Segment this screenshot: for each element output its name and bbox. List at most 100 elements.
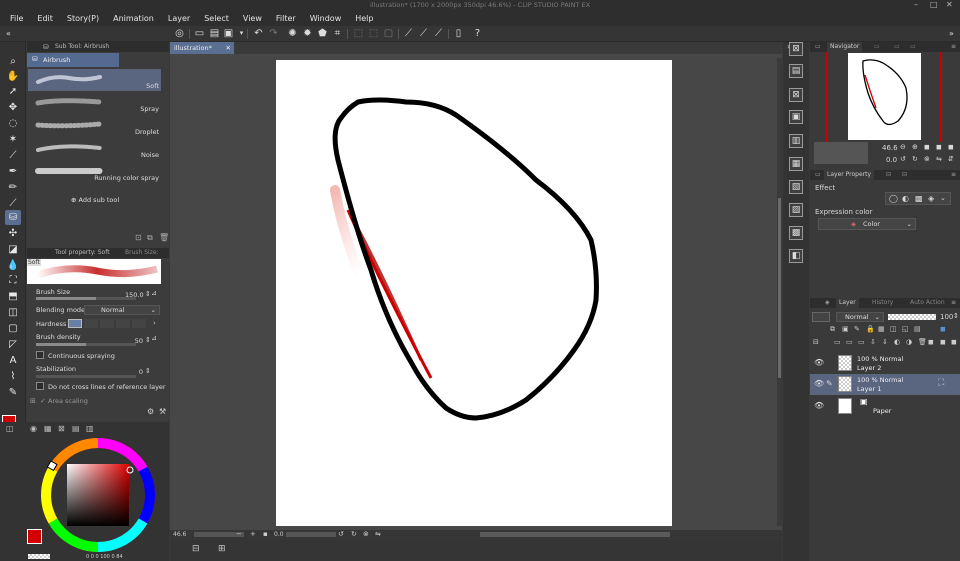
layer-property-icon[interactable]: ▤ (789, 64, 803, 78)
layer-row-layer-1[interactable]: 👁 ✎ 100 % Normal Layer 1 ⛶ (810, 374, 960, 395)
material-icon[interactable]: ▣ (789, 110, 803, 124)
settings-icon[interactable]: ⚙ (147, 407, 154, 416)
story-list-icon[interactable]: ⊟ (192, 544, 200, 554)
close-icon[interactable]: ✕ (946, 0, 953, 10)
menu-view[interactable]: View (243, 14, 262, 23)
nav-angle-value[interactable]: 0.0 (886, 156, 897, 164)
reset-rotation-icon[interactable]: ⊗ (363, 530, 369, 538)
intermediate-color-tab-icon[interactable]: ⊠ (58, 424, 65, 433)
nav-zoom-in-icon[interactable]: ⊕ (912, 143, 918, 151)
menu-animation[interactable]: Animation (113, 14, 154, 23)
new-vector-layer-icon[interactable]: ▭ (846, 338, 853, 346)
smartphone-icon[interactable]: ▯ (452, 27, 465, 40)
lasso-icon[interactable]: ◌ (5, 116, 21, 131)
brush-item-droplet[interactable]: Droplet (28, 115, 161, 137)
layer-property-title[interactable]: Layer Property (824, 170, 875, 180)
reference-icon[interactable]: ▣ (842, 325, 849, 333)
snap-special-ruler-icon[interactable]: ⟋ (417, 27, 430, 40)
navigator-zoom-preset[interactable] (814, 142, 868, 164)
rotate-slider[interactable] (286, 532, 336, 537)
deselect-icon[interactable]: ⬚ (352, 27, 365, 40)
pen-icon[interactable]: ✒ (5, 164, 21, 179)
angle-value[interactable]: 0.0 (274, 531, 284, 538)
visibility-eye-icon[interactable]: 👁 (814, 379, 824, 388)
color-history-tab-icon[interactable]: ▥ (86, 424, 94, 433)
scrollbar-thumb[interactable] (778, 198, 781, 378)
timeline-tab-icon[interactable]: ▭ (910, 42, 916, 52)
border-effect-icon[interactable]: ◯ (889, 194, 898, 203)
zoom-icon[interactable]: ⌕ (5, 54, 21, 69)
document-tab[interactable]: illustration* ✕ (170, 42, 234, 54)
continuous-spraying-checkbox[interactable] (36, 351, 44, 359)
effect-buttons[interactable]: ◯ ◐ ▩ ◈ ⌄ (885, 192, 951, 205)
blend-mode-select[interactable]: Normal ⌄ (836, 312, 884, 322)
blend-icon[interactable]: 💧 (5, 258, 21, 273)
item-bank-icon[interactable]: ▥ (789, 134, 803, 148)
hardness-option-4[interactable] (116, 319, 130, 328)
camera-icon[interactable]: ▨ (789, 203, 803, 217)
nav-flip-v-icon[interactable]: ⇵ (948, 155, 954, 163)
zoom-in-icon[interactable]: + (250, 530, 256, 538)
magic-wand-icon[interactable]: ✶ (5, 132, 21, 147)
nav-zoom-out-icon[interactable]: ⊖ (900, 143, 906, 151)
check-icon[interactable]: ✓ (40, 397, 46, 405)
extract-line-icon[interactable]: ▩ (915, 194, 923, 203)
animation-cels-icon[interactable]: ◧ (789, 249, 803, 263)
approximate-color-tab-icon[interactable]: ▤ (72, 424, 80, 433)
cross-lines-checkbox[interactable] (36, 382, 44, 390)
layer-option-icon-2[interactable]: ◼ (940, 338, 946, 346)
color-main-swatch[interactable] (27, 529, 42, 544)
transform-icon[interactable]: ⌗ (331, 27, 344, 40)
zoom-value[interactable]: 46.6 (173, 531, 186, 538)
clear-icon[interactable]: ✺ (286, 27, 299, 40)
opacity-value[interactable]: 100 (940, 313, 953, 321)
layer-row-layer-2[interactable]: 👁 100 % Normal Layer 2 (810, 353, 960, 374)
nav-fit-all-icon[interactable]: ◼ (936, 143, 942, 151)
undo-icon[interactable]: ↶ (252, 27, 265, 40)
figure-icon[interactable]: ◫ (5, 305, 21, 320)
chevron-right-icon[interactable]: › (153, 319, 156, 327)
nav-fit-icon[interactable]: ◼ (924, 143, 930, 151)
close-tab-icon[interactable]: ✕ (226, 42, 231, 54)
tool-settings-icon[interactable]: ⚒ (159, 407, 166, 416)
layer-option-icon[interactable]: ◼ (928, 338, 934, 346)
layer-search-icon[interactable]: ⊞ (218, 544, 226, 554)
menu-help[interactable]: Help (355, 14, 373, 23)
spin-icon[interactable]: ⇕ (953, 312, 959, 320)
rotate-left-icon[interactable]: ↺ (338, 530, 344, 538)
subview-tab-icon[interactable]: ▭ (874, 42, 880, 52)
zoom-out-icon[interactable]: − (236, 530, 242, 538)
mask-icon[interactable]: ◫ (890, 325, 897, 333)
lock-icon[interactable]: 🔒 (866, 325, 875, 333)
panel-menu-icon[interactable]: ≡ (951, 42, 956, 52)
collapse-right-icon[interactable]: » (945, 27, 958, 40)
layer-menu-icon[interactable]: ⊟ (813, 338, 819, 346)
navigator-view[interactable] (810, 52, 960, 142)
auto-action-tab[interactable]: Auto Action (910, 298, 945, 308)
ruler-icon[interactable]: ◸ (5, 337, 21, 352)
menu-file[interactable]: File (10, 14, 23, 23)
mask-create-icon[interactable]: ◐ (894, 338, 900, 346)
rotate-right-icon[interactable]: ↻ (351, 530, 357, 538)
tab-icon-3[interactable]: ⊟ (902, 170, 907, 180)
layer-row-paper[interactable]: 👁 ▣ Paper (810, 396, 960, 417)
decoration-icon[interactable]: ✣ (5, 226, 21, 241)
minimize-icon[interactable]: – (914, 0, 918, 10)
nav-flip-h-icon[interactable]: ⇋ (936, 155, 942, 163)
delete-subtool-icon[interactable]: 🗑 (159, 233, 169, 242)
brush-item-spray[interactable]: Spray (28, 92, 161, 114)
blending-mode-select[interactable]: Normal ⌄ (84, 305, 160, 315)
nav-rotate-right-icon[interactable]: ↻ (912, 155, 918, 163)
subtool-group-tab[interactable]: Airbrush (27, 53, 119, 67)
hardness-option-5[interactable] (132, 319, 146, 328)
lock-transparent-icon[interactable]: ▦ (878, 325, 885, 333)
operation-icon[interactable]: ➚ (5, 84, 21, 99)
tone-effect-icon[interactable]: ◐ (902, 194, 909, 203)
color-transparent-swatch[interactable] (28, 554, 50, 559)
merge-icon[interactable]: ⇓ (882, 338, 888, 346)
menu-layer[interactable]: Layer (168, 14, 190, 23)
frame-border-icon[interactable]: ▢ (5, 321, 21, 336)
show-selection-icon[interactable]: ▢ (382, 27, 395, 40)
chevron-down-icon[interactable]: ⌄ (940, 194, 946, 202)
brush-item-soft[interactable]: Soft (28, 69, 161, 91)
